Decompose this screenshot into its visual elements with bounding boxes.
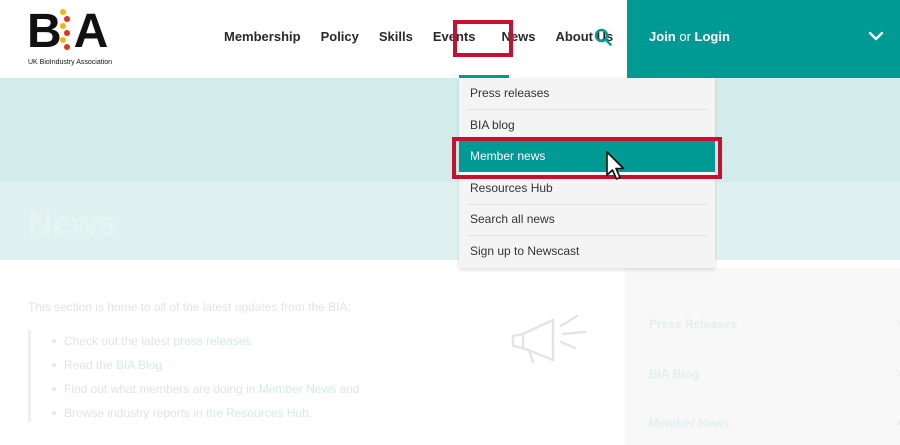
- chevron-right-icon[interactable]: ›: [896, 413, 900, 429]
- side-item-bia-blog[interactable]: BIA Blog: [649, 367, 699, 381]
- nav-item-about-us[interactable]: About Us: [551, 22, 623, 52]
- news-bullet-list: Check out the latest press releases Read…: [52, 333, 359, 429]
- menu-item-resources-hub[interactable]: Resources Hub: [459, 173, 715, 204]
- menu-item-member-news[interactable]: Member news: [459, 141, 715, 172]
- side-item-press-releases[interactable]: Press Releases: [649, 317, 737, 331]
- logo-subtitle: UK BioIndustry Association: [28, 59, 113, 66]
- bia-logo[interactable]: B A UK BioIndustry Association: [27, 7, 117, 69]
- hero-background: [0, 78, 900, 182]
- join-login-link[interactable]: Join or Login: [649, 29, 730, 44]
- page-title: News: [28, 205, 117, 243]
- menu-item-sign-up-newscast[interactable]: Sign up to Newscast: [459, 236, 715, 267]
- logo-letter-a: A: [73, 5, 109, 58]
- list-item: Browse industry reports in the Resources…: [52, 405, 359, 429]
- or-label: or: [679, 29, 691, 44]
- mouse-pointer-icon: [606, 151, 625, 180]
- chevron-down-icon[interactable]: [868, 30, 884, 42]
- login-label[interactable]: Login: [695, 29, 730, 44]
- login-bar[interactable]: Join or Login: [627, 0, 900, 78]
- logo-dna-icon: [60, 9, 72, 55]
- chevron-right-icon[interactable]: ›: [896, 314, 900, 330]
- search-icon[interactable]: [594, 28, 612, 46]
- resources-hub-link[interactable]: the Resources Hub: [206, 406, 309, 420]
- logo-letter-b: B: [27, 5, 62, 58]
- join-label[interactable]: Join: [649, 29, 676, 44]
- intro-text: This section is home to all of the lates…: [28, 300, 351, 314]
- press-releases-link[interactable]: press releases: [173, 334, 251, 348]
- main-nav: Membership Policy Skills Events News Abo…: [214, 22, 623, 52]
- bia-blog-link[interactable]: BIA Blog: [116, 358, 162, 372]
- nav-item-skills[interactable]: Skills: [369, 22, 423, 52]
- nav-item-news[interactable]: News: [485, 22, 551, 52]
- menu-item-press-releases[interactable]: Press releases: [459, 78, 715, 109]
- menu-item-search-all-news[interactable]: Search all news: [459, 204, 715, 235]
- member-news-link[interactable]: Member News: [259, 382, 336, 396]
- news-dropdown-menu: Press releases BIA blog Member news Reso…: [459, 78, 715, 268]
- menu-item-bia-blog[interactable]: BIA blog: [459, 110, 715, 141]
- megaphone-icon: [511, 314, 587, 364]
- side-panel: Press Releases › BIA Blog › Member News …: [625, 268, 900, 445]
- chevron-right-icon[interactable]: ›: [896, 364, 900, 380]
- list-rule: [28, 330, 31, 422]
- side-item-member-news[interactable]: Member News: [649, 416, 730, 430]
- list-item: Find out what members are doing in Membe…: [52, 381, 359, 405]
- list-item: Read the BIA Blog: [52, 357, 359, 381]
- nav-item-policy[interactable]: Policy: [311, 22, 369, 52]
- nav-item-events[interactable]: Events: [423, 22, 486, 52]
- list-item: Check out the latest press releases: [52, 333, 359, 357]
- nav-item-membership[interactable]: Membership: [214, 22, 311, 52]
- hero-banner: News: [0, 78, 900, 260]
